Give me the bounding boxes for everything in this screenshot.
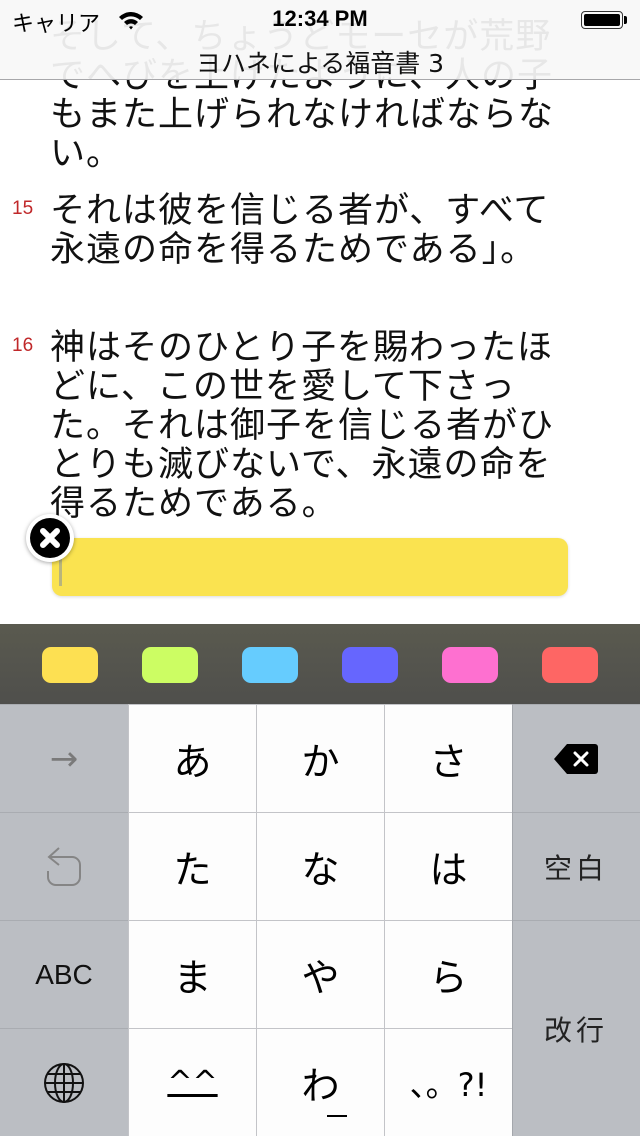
key-label: な xyxy=(301,848,340,892)
key-label: さ xyxy=(429,740,468,784)
verse-number: 16 xyxy=(12,335,34,356)
note-input[interactable] xyxy=(52,538,568,596)
color-swatch-green[interactable] xyxy=(142,647,198,683)
color-swatch-blue[interactable] xyxy=(342,647,398,683)
key-label: ABC xyxy=(35,958,93,990)
key-wa[interactable]: わ xyxy=(256,1028,384,1136)
abc-key[interactable]: ABC xyxy=(0,920,128,1028)
verse-content[interactable]: そして、ちょうどモーセが荒野 でへびを上げたように、人の子 もまた上げられなけれ… xyxy=(0,0,640,624)
color-swatch-pink[interactable] xyxy=(442,647,498,683)
close-note-button[interactable] xyxy=(26,514,74,562)
verse-line: とりも滅びないで、永遠の命を xyxy=(50,445,552,485)
key-label: わ xyxy=(301,1064,340,1108)
globe-icon xyxy=(44,1062,84,1103)
navigation-header: キャリア 12:34 PM ヨハネによる福音書 3 xyxy=(0,0,640,80)
verse-line: 得るためである。 xyxy=(50,484,338,524)
verse-text: それは彼を信じる者が、すべて 永遠の命を得るためである」。 xyxy=(50,192,620,270)
key-label: ^^ xyxy=(167,1065,218,1100)
key-ra[interactable]: ら xyxy=(384,920,512,1028)
key-label: は xyxy=(429,848,468,892)
delete-icon xyxy=(554,743,598,774)
key-label: 改行 xyxy=(543,1013,608,1047)
long-vowel-mark xyxy=(327,1115,347,1117)
status-time: 12:34 PM xyxy=(272,6,368,31)
key-label: か xyxy=(301,740,340,784)
color-swatch-light-blue[interactable] xyxy=(242,647,298,683)
verse-line: それは彼を信じる者が、すべて xyxy=(50,191,550,231)
key-ya[interactable]: や xyxy=(256,920,384,1028)
key-punctuation[interactable]: 、。?! xyxy=(384,1028,512,1136)
next-candidate-key[interactable]: → xyxy=(0,704,128,812)
close-x-glyph xyxy=(40,528,60,548)
verse-line: 神はそのひとり子を賜わったほ xyxy=(50,328,553,368)
verse-number: 15 xyxy=(12,198,34,219)
color-swatch-red[interactable] xyxy=(542,647,598,683)
globe-key[interactable] xyxy=(0,1028,128,1136)
page-title[interactable]: ヨハネによる福音書 3 xyxy=(0,44,640,80)
kana-keyboard: → あ か さ た な は 空白 ABC ま や ら 改行 ^^ わ 、。?! xyxy=(0,704,640,1136)
keyboard-divider xyxy=(512,704,513,1136)
key-label: ま xyxy=(173,956,212,1000)
key-ma[interactable]: ま xyxy=(128,920,256,1028)
key-label: た xyxy=(173,848,212,892)
key-a[interactable]: あ xyxy=(128,704,256,812)
key-emoticon[interactable]: ^^ xyxy=(128,1028,256,1136)
verse-line: た。それは御子を信じる者がひ xyxy=(50,406,555,446)
key-label: 、。?! xyxy=(409,1065,488,1104)
space-key[interactable]: 空白 xyxy=(512,812,640,920)
return-key[interactable]: 改行 xyxy=(512,920,640,1136)
key-ha[interactable]: は xyxy=(384,812,512,920)
verse-line: どに、この世を愛して下さっ xyxy=(50,367,516,407)
delete-key[interactable] xyxy=(512,704,640,812)
undo-key[interactable] xyxy=(0,812,128,920)
key-label: あ xyxy=(173,740,212,784)
key-sa[interactable]: さ xyxy=(384,704,512,812)
key-label: ら xyxy=(429,956,468,1000)
verse-line: もまた上げられなければならな xyxy=(50,95,555,135)
status-bar: キャリア 12:34 PM xyxy=(0,0,640,40)
key-ka[interactable]: か xyxy=(256,704,384,812)
key-na[interactable]: な xyxy=(256,812,384,920)
color-swatch-yellow[interactable] xyxy=(42,647,98,683)
key-label: 空白 xyxy=(543,851,608,885)
verse-line: 永遠の命を得るためである」。 xyxy=(50,230,537,270)
undo-icon xyxy=(47,846,81,886)
key-label: や xyxy=(301,956,340,1000)
verse-line: い。 xyxy=(50,134,123,174)
battery-tip xyxy=(624,16,627,24)
key-ta[interactable]: た xyxy=(128,812,256,920)
battery-icon xyxy=(581,11,623,29)
color-palette xyxy=(0,624,640,704)
verse-text: 神はそのひとり子を賜わったほ どに、この世を愛して下さっ た。それは御子を信じる… xyxy=(50,329,620,524)
arrow-right-icon: → xyxy=(49,738,79,779)
